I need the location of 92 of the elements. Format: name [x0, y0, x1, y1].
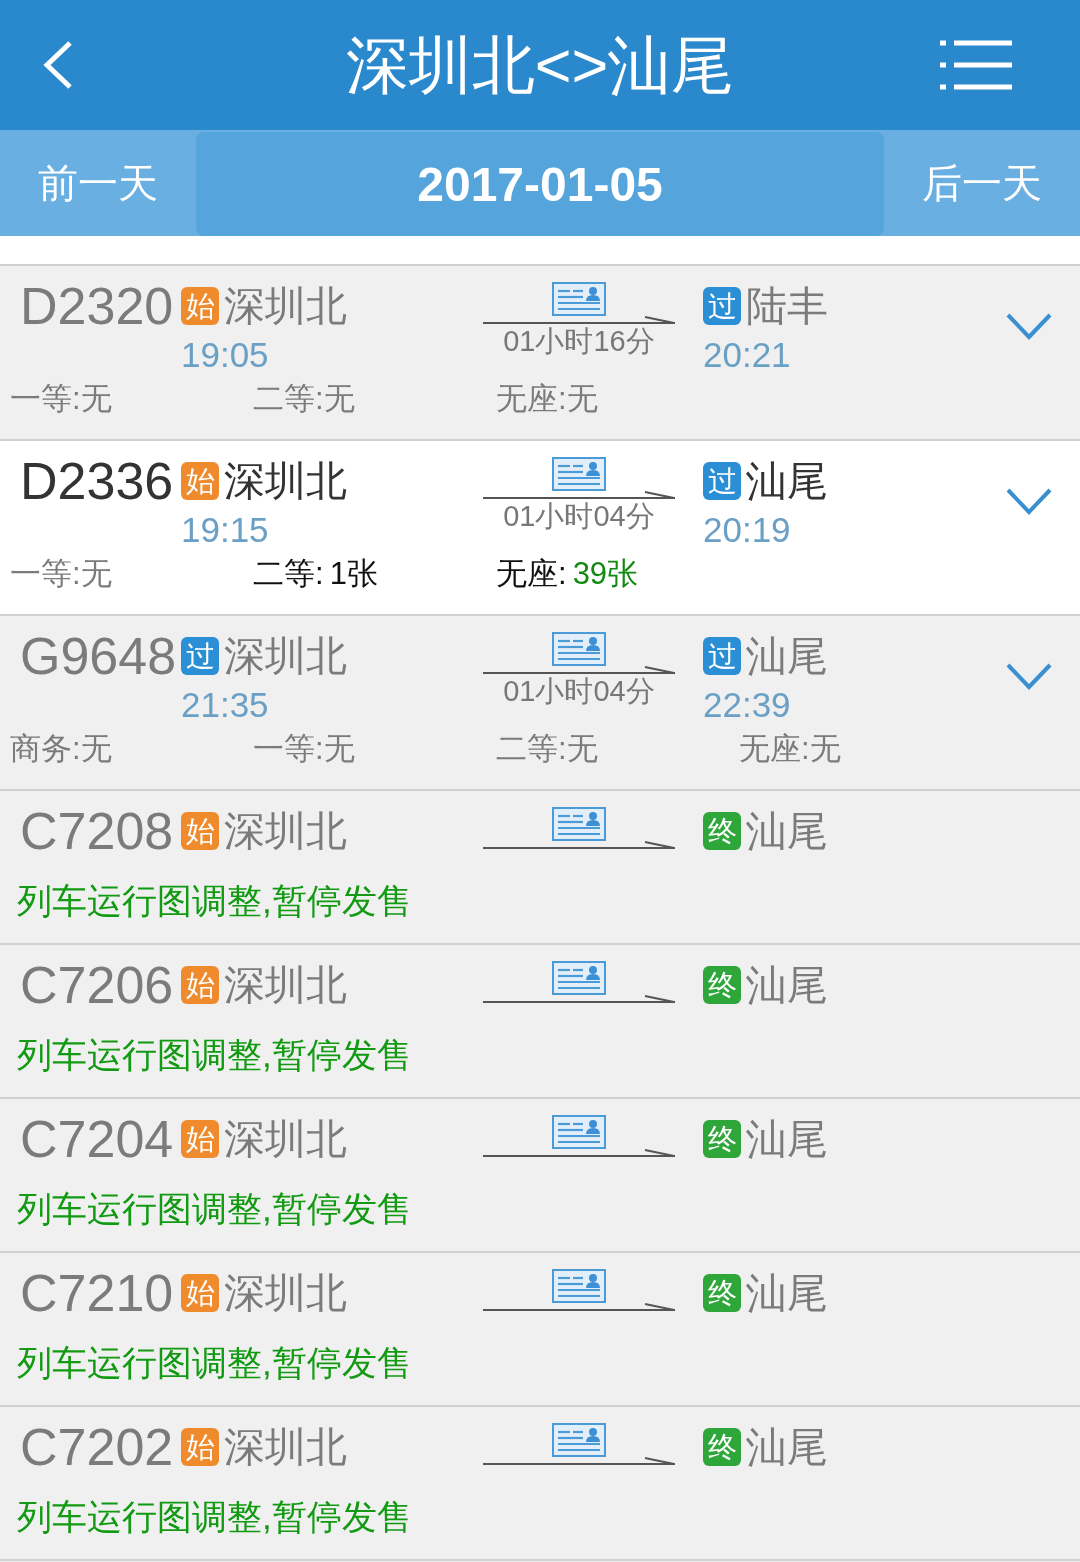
id-card-icon: [552, 1269, 606, 1303]
travel-duration: 01小时04分: [503, 674, 655, 708]
station-name: 深圳北: [224, 632, 347, 681]
back-icon: [42, 40, 74, 90]
station-name: 深圳北: [224, 1269, 347, 1318]
route-arrow-icon: [483, 1457, 675, 1465]
route-arrow-icon: [483, 995, 675, 1003]
id-card-icon: [552, 961, 606, 995]
train-number: D2336: [20, 453, 174, 509]
station-tag: 过: [181, 637, 219, 675]
previous-day-button[interactable]: 前一天: [0, 130, 196, 236]
station-name: 汕尾: [746, 1115, 828, 1164]
menu-icon: [940, 39, 1012, 91]
route-arrow-icon: [483, 841, 675, 849]
seat-availability: 无座: 39张: [496, 555, 639, 593]
route-arrow-icon: [483, 316, 675, 324]
station-tag: 始: [181, 1428, 219, 1466]
station-tag: 始: [181, 966, 219, 1004]
train-number: C7206: [20, 957, 174, 1013]
route-arrow-icon: [483, 1149, 675, 1157]
station-tag: 过: [703, 637, 741, 675]
chevron-down-icon[interactable]: [1005, 662, 1053, 690]
route-arrow-icon: [483, 666, 675, 674]
id-card-icon: [552, 807, 606, 841]
sale-notice: 列车运行图调整,暂停发售: [16, 880, 412, 922]
station-tag: 始: [181, 287, 219, 325]
station-name: 汕尾: [746, 1423, 828, 1472]
id-card-icon: [552, 1115, 606, 1149]
departure-time: 19:15: [181, 509, 269, 551]
arrival-time: 20:19: [703, 509, 791, 551]
id-card-icon: [552, 1423, 606, 1457]
sale-notice: 列车运行图调整,暂停发售: [16, 1496, 412, 1538]
chevron-down-icon[interactable]: [1005, 312, 1053, 340]
route-title: 深圳北<>汕尾: [345, 29, 735, 102]
date-selector[interactable]: 2017-01-05: [196, 132, 884, 236]
train-number: C7208: [20, 803, 174, 859]
sale-notice: 列车运行图调整,暂停发售: [16, 1034, 412, 1076]
station-name: 汕尾: [746, 961, 828, 1010]
station-tag: 过: [703, 287, 741, 325]
sale-notice: 列车运行图调整,暂停发售: [16, 1188, 412, 1230]
travel-duration: 01小时04分: [503, 499, 655, 533]
station-name: 深圳北: [224, 1423, 347, 1472]
station-tag: 始: [181, 462, 219, 500]
station-tag: 终: [703, 1120, 741, 1158]
seat-availability: 二等:无: [496, 730, 598, 768]
departure-time: 21:35: [181, 684, 269, 726]
back-button[interactable]: [42, 40, 74, 90]
train-number: G9648: [20, 628, 177, 684]
chevron-down-icon[interactable]: [1005, 487, 1053, 515]
station-name: 汕尾: [746, 1269, 828, 1318]
station-tag: 始: [181, 812, 219, 850]
station-tag: 终: [703, 1428, 741, 1466]
sale-notice: 列车运行图调整,暂停发售: [16, 1342, 412, 1384]
id-card-icon: [552, 282, 606, 316]
train-row[interactable]: D2336 始 深圳北 19:15 01小时04分 过 汕尾 20:19 一等:无 二等: 1张 无座: 39张: [0, 441, 1080, 616]
train-number: C7202: [20, 1419, 174, 1475]
station-tag: 过: [703, 462, 741, 500]
train-number: C7204: [20, 1111, 174, 1167]
train-number: D2320: [20, 278, 174, 334]
seat-availability: 一等:无: [253, 730, 355, 768]
menu-button[interactable]: [940, 39, 1012, 91]
seat-availability: 无座:无: [739, 730, 841, 768]
station-name: 汕尾: [746, 457, 828, 506]
seat-availability: 商务:无: [10, 730, 112, 768]
seat-availability: 一等:无: [10, 555, 112, 593]
next-day-button[interactable]: 后一天: [884, 130, 1080, 236]
seat-availability: 无座:无: [496, 380, 598, 418]
arrival-time: 22:39: [703, 684, 791, 726]
station-name: 陆丰: [746, 282, 828, 331]
station-name: 汕尾: [746, 807, 828, 856]
station-tag: 终: [703, 1274, 741, 1312]
station-tag: 始: [181, 1120, 219, 1158]
station-tag: 始: [181, 1274, 219, 1312]
station-tag: 终: [703, 812, 741, 850]
seat-availability: 二等:无: [253, 380, 355, 418]
route-arrow-icon: [483, 1303, 675, 1311]
route-arrow-icon: [483, 491, 675, 499]
travel-duration: 01小时16分: [503, 324, 655, 358]
departure-time: 19:05: [181, 334, 269, 376]
station-name: 深圳北: [224, 457, 347, 506]
seat-availability: 二等: 1张: [253, 555, 378, 593]
id-card-icon: [552, 632, 606, 666]
station-name: 深圳北: [224, 282, 347, 331]
station-name: 深圳北: [224, 961, 347, 1010]
arrival-time: 20:21: [703, 334, 791, 376]
seat-availability: 一等:无: [10, 380, 112, 418]
station-name: 深圳北: [224, 1115, 347, 1164]
station-tag: 终: [703, 966, 741, 1004]
station-name: 深圳北: [224, 807, 347, 856]
id-card-icon: [552, 457, 606, 491]
train-number: C7210: [20, 1265, 174, 1321]
station-name: 汕尾: [746, 632, 828, 681]
